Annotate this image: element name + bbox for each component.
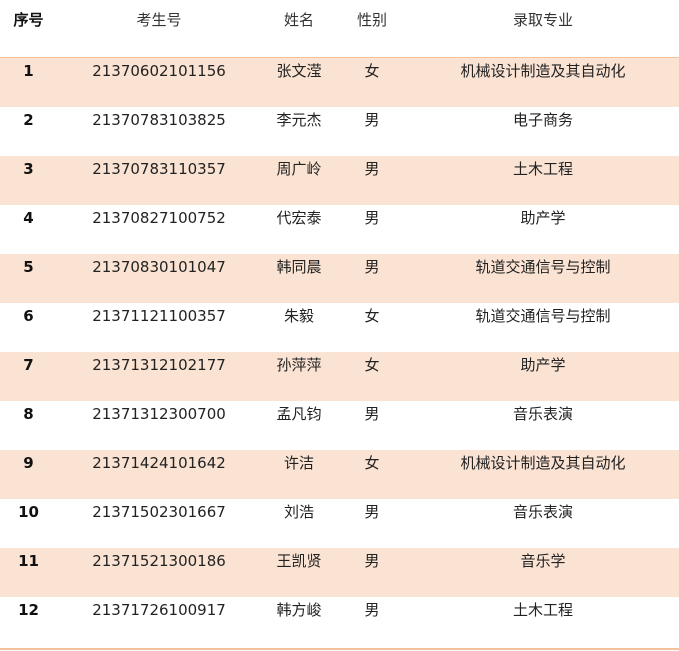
cell-seq: 4 (23, 209, 34, 227)
cell-name: 孙萍萍 (276, 356, 322, 374)
cell-major: 电子商务 (512, 111, 573, 129)
table-row: 11 21371521300186 王凯贤 男 音乐学 (0, 548, 679, 597)
cell-major: 助产学 (520, 209, 566, 227)
cell-sex: 男 (364, 552, 380, 570)
cell-seq: 1 (23, 62, 34, 80)
cell-major: 土木工程 (512, 601, 573, 619)
cell-major: 机械设计制造及其自动化 (460, 454, 626, 472)
header-exam-no: 考生号 (136, 11, 182, 29)
cell-name: 周广岭 (276, 160, 322, 178)
cell-major: 音乐表演 (512, 503, 573, 521)
cell-seq: 8 (23, 405, 34, 423)
cell-name: 王凯贤 (276, 552, 322, 570)
cell-sex: 女 (364, 62, 380, 80)
cell-seq: 12 (18, 601, 39, 619)
cell-sex: 男 (364, 160, 380, 178)
cell-name: 代宏泰 (276, 209, 322, 227)
cell-seq: 3 (23, 160, 34, 178)
table-row: 10 21371502301667 刘浩 男 音乐表演 (0, 499, 679, 548)
cell-sex: 女 (364, 454, 380, 472)
header-sex: 性别 (356, 11, 387, 29)
table-row: 5 21370830101047 韩同晨 男 轨道交通信号与控制 (0, 254, 679, 303)
cell-seq: 10 (18, 503, 39, 521)
header-name: 姓名 (283, 11, 314, 29)
table-row: 9 21371424101642 许洁 女 机械设计制造及其自动化 (0, 450, 679, 499)
cell-sex: 男 (364, 258, 380, 276)
cell-major: 音乐表演 (512, 405, 573, 423)
cell-major: 音乐学 (520, 552, 566, 570)
cell-name: 韩方峻 (276, 601, 322, 619)
cell-seq: 5 (23, 258, 34, 276)
table-row: 3 21370783110357 周广岭 男 土木工程 (0, 156, 679, 205)
cell-exam-no: 21370827100752 (92, 209, 226, 227)
cell-major: 轨道交通信号与控制 (475, 307, 611, 325)
cell-major: 机械设计制造及其自动化 (460, 62, 626, 80)
cell-sex: 男 (364, 111, 380, 129)
cell-exam-no: 21371726100917 (92, 601, 226, 619)
table-row: 2 21370783103825 李元杰 男 电子商务 (0, 107, 679, 156)
cell-exam-no: 21371502301667 (92, 503, 226, 521)
table-header: 序号 考生号 姓名 性别 录取专业 (0, 0, 679, 58)
cell-exam-no: 21370830101047 (92, 258, 226, 276)
table-row: 7 21371312102177 孙萍萍 女 助产学 (0, 352, 679, 401)
cell-sex: 男 (364, 503, 380, 521)
cell-sex: 女 (364, 307, 380, 325)
cell-sex: 男 (364, 405, 380, 423)
header-major: 录取专业 (512, 11, 573, 29)
cell-sex: 女 (364, 356, 380, 374)
cell-exam-no: 21370602101156 (92, 62, 226, 80)
table-row: 4 21370827100752 代宏泰 男 助产学 (0, 205, 679, 254)
cell-seq: 11 (18, 552, 39, 570)
cell-seq: 7 (23, 356, 34, 374)
cell-exam-no: 21371312300700 (92, 405, 226, 423)
cell-name: 孟凡钧 (276, 405, 322, 423)
cell-sex: 男 (364, 601, 380, 619)
cell-seq: 2 (23, 111, 34, 129)
cell-name: 韩同晨 (276, 258, 322, 276)
cell-seq: 9 (23, 454, 34, 472)
cell-major: 轨道交通信号与控制 (475, 258, 611, 276)
cell-exam-no: 21371121100357 (92, 307, 226, 325)
cell-exam-no: 21371424101642 (92, 454, 226, 472)
cell-name: 张文滢 (276, 62, 322, 80)
cell-exam-no: 21371312102177 (92, 356, 226, 374)
cell-exam-no: 21371521300186 (92, 552, 226, 570)
cell-major: 助产学 (520, 356, 566, 374)
cell-name: 刘浩 (283, 503, 314, 521)
admission-table: 序号 考生号 姓名 性别 录取专业 1 21370602101156 张文滢 女… (0, 0, 679, 651)
table-row: 1 21370602101156 张文滢 女 机械设计制造及其自动化 (0, 58, 679, 107)
cell-exam-no: 21370783110357 (92, 160, 226, 178)
cell-exam-no: 21370783103825 (92, 111, 226, 129)
cell-name: 朱毅 (283, 307, 314, 325)
table-row: 6 21371121100357 朱毅 女 轨道交通信号与控制 (0, 303, 679, 352)
table-row: 8 21371312300700 孟凡钧 男 音乐表演 (0, 401, 679, 450)
table-row: 12 21371726100917 韩方峻 男 土木工程 (0, 597, 679, 646)
cell-sex: 男 (364, 209, 380, 227)
cell-seq: 6 (23, 307, 34, 325)
cell-major: 土木工程 (512, 160, 573, 178)
cell-name: 李元杰 (276, 111, 322, 129)
cell-name: 许洁 (283, 454, 314, 472)
table-bottom-rule (0, 648, 679, 650)
header-seq: 序号 (13, 11, 44, 29)
